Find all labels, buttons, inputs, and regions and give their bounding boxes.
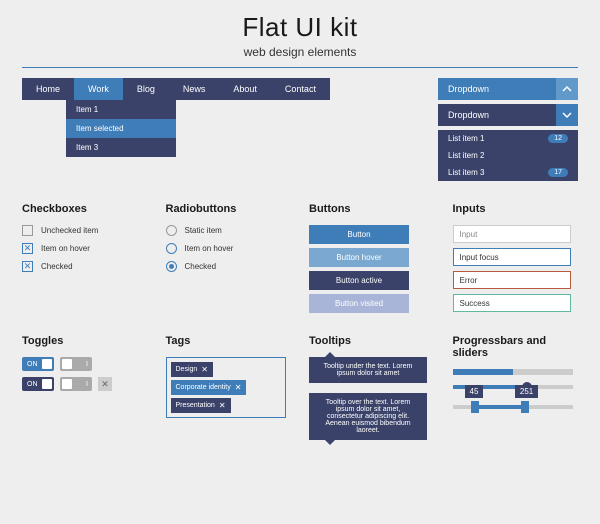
radio-label: Static item	[185, 226, 222, 235]
radio-label: Checked	[185, 262, 217, 271]
checkbox[interactable]: ✕	[22, 261, 33, 272]
section-radios: Radiobuttons	[166, 203, 292, 215]
section-checkboxes: Checkboxes	[22, 203, 148, 215]
radio[interactable]	[166, 261, 177, 272]
submenu-item[interactable]: Item 3	[66, 138, 176, 157]
text-input[interactable]: Input	[453, 225, 571, 243]
chevron-down-icon	[556, 104, 578, 126]
toggle-on[interactable]: ON	[22, 357, 54, 371]
checkbox-label: Checked	[41, 262, 73, 271]
section-tooltips: Tooltips	[309, 335, 435, 347]
badge: 17	[548, 168, 568, 177]
text-input[interactable]: Input focus	[453, 248, 571, 266]
text-input[interactable]: Success	[453, 294, 571, 312]
close-icon[interactable]: ✕	[201, 365, 208, 374]
tag[interactable]: Design✕	[171, 362, 214, 377]
badge: 12	[548, 134, 568, 143]
close-icon[interactable]: ✕	[235, 383, 242, 392]
dropdown-collapsed[interactable]: Dropdown	[438, 78, 578, 100]
radio[interactable]	[166, 225, 177, 236]
checkbox[interactable]	[22, 225, 33, 236]
text-input[interactable]: Error	[453, 271, 571, 289]
section-progress: Progressbars and sliders	[453, 335, 579, 359]
list-item[interactable]: List item 317	[438, 164, 578, 181]
toggle-on-dark[interactable]: ON	[22, 377, 54, 391]
section-toggles: Toggles	[22, 335, 148, 347]
checkbox[interactable]: ✕	[22, 243, 33, 254]
range-knob-a[interactable]	[471, 401, 479, 413]
range-knob-b[interactable]	[521, 401, 529, 413]
button[interactable]: Button active	[309, 271, 409, 290]
submenu-item[interactable]: Item 1	[66, 100, 176, 119]
nav-item-about[interactable]: About	[219, 78, 271, 100]
progressbar	[453, 369, 573, 375]
checkbox-label: Item on hover	[41, 244, 90, 253]
dropdown-expanded[interactable]: Dropdown	[438, 104, 578, 126]
section-buttons: Buttons	[309, 203, 435, 215]
tooltip-below: Tooltip under the text. Lorem ipsum dolo…	[309, 357, 427, 383]
close-icon[interactable]: ✕	[98, 377, 112, 391]
nav-item-home[interactable]: Home	[22, 78, 74, 100]
tags-container: Design✕ Corporate identity✕ Presentation✕	[166, 357, 286, 418]
toggle-off-gray[interactable]: I	[60, 377, 92, 391]
main-nav: HomeWorkBlogNewsAboutContact	[22, 78, 330, 100]
chevron-up-icon	[556, 78, 578, 100]
close-icon[interactable]: ✕	[219, 401, 226, 410]
range-label-b: 251	[515, 385, 538, 398]
page-title: Flat UI kit	[22, 12, 578, 43]
radio-label: Item on hover	[185, 244, 234, 253]
nav-item-contact[interactable]: Contact	[271, 78, 330, 100]
button[interactable]: Button hover	[309, 248, 409, 267]
range-slider[interactable]: 45 251	[453, 405, 573, 409]
checkbox-label: Unchecked item	[41, 226, 98, 235]
button[interactable]: Button	[309, 225, 409, 244]
nav-item-blog[interactable]: Blog	[123, 78, 169, 100]
toggle-off[interactable]: I	[60, 357, 92, 371]
tag[interactable]: Corporate identity✕	[171, 380, 247, 395]
list-item[interactable]: List item 112	[438, 130, 578, 147]
nav-item-news[interactable]: News	[169, 78, 220, 100]
tooltip-above: Tooltip over the text. Lorem ipsum dolor…	[309, 393, 427, 440]
nav-item-work[interactable]: Work	[74, 78, 123, 100]
radio[interactable]	[166, 243, 177, 254]
button[interactable]: Button visited	[309, 294, 409, 313]
dropdown-label: Dropdown	[448, 84, 489, 94]
divider	[22, 67, 578, 68]
page-subtitle: web design elements	[22, 45, 578, 59]
section-inputs: Inputs	[453, 203, 579, 215]
section-tags: Tags	[166, 335, 292, 347]
tag[interactable]: Presentation✕	[171, 398, 231, 413]
list-item[interactable]: List item 2	[438, 147, 578, 164]
dropdown-label: Dropdown	[448, 110, 489, 120]
range-label-a: 45	[465, 385, 484, 398]
submenu-item[interactable]: Item selected	[66, 119, 176, 138]
